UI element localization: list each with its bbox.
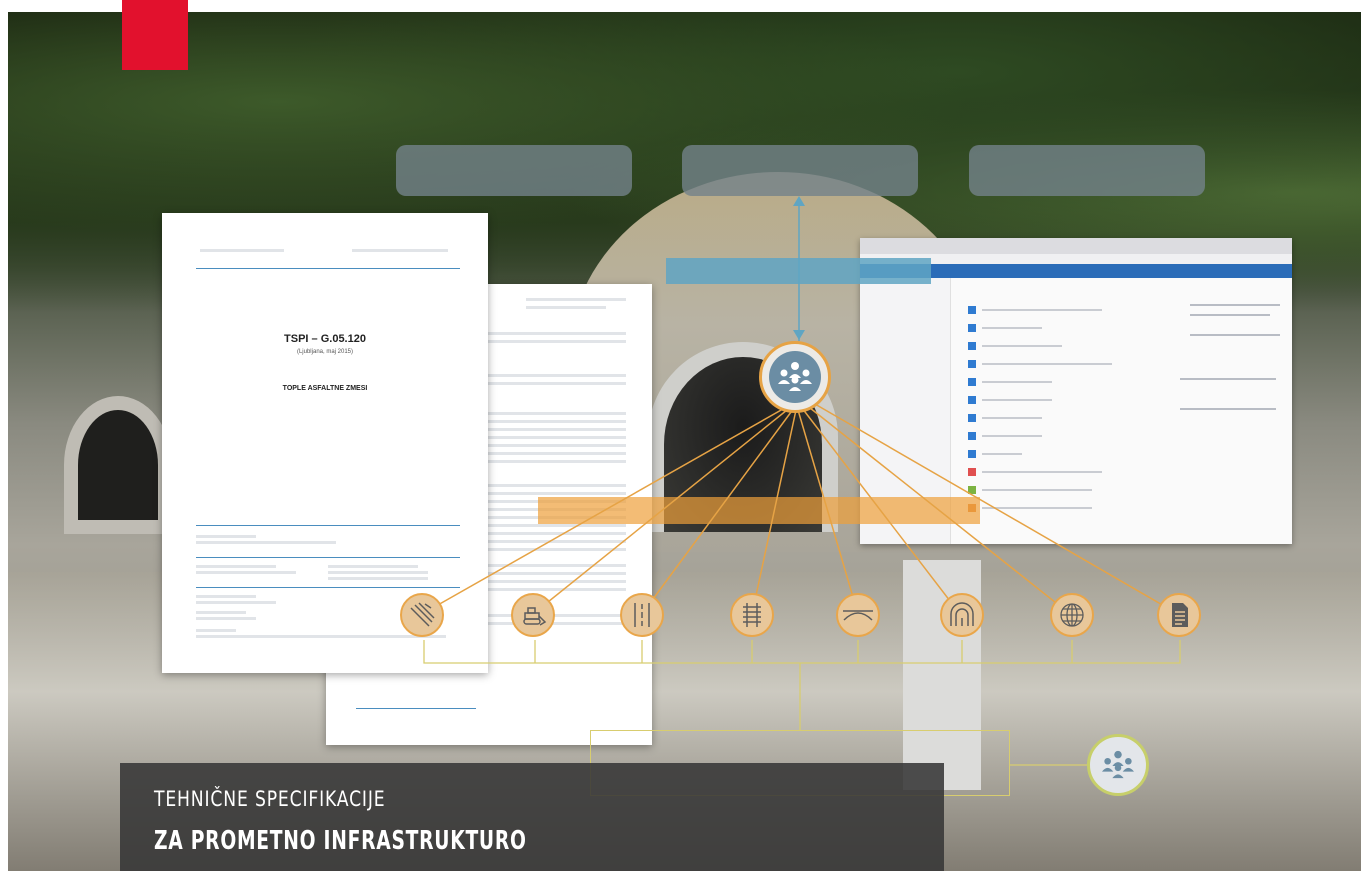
caption-panel: TEHNIČNE SPECIFIKACIJE ZA PROMETNO INFRA… [120, 763, 944, 871]
asphalt-layer-icon [400, 593, 444, 637]
road-lanes-icon [620, 593, 664, 637]
people-group-icon-secondary [1087, 734, 1149, 796]
globe-grid-icon [1050, 593, 1094, 637]
hub-node [759, 341, 831, 413]
railway-track-icon [730, 593, 774, 637]
document-icon [1157, 593, 1201, 637]
people-group-icon [769, 351, 821, 403]
connector-lines [421, 196, 1181, 766]
caption-line-1: TEHNIČNE SPECIFIKACIJE [154, 787, 386, 811]
caption-line-2: ZA PROMETNO INFRASTRUKTURO [154, 826, 527, 856]
bulldozer-icon [511, 593, 555, 637]
tunnel-icon [940, 593, 984, 637]
bridge-icon [836, 593, 880, 637]
